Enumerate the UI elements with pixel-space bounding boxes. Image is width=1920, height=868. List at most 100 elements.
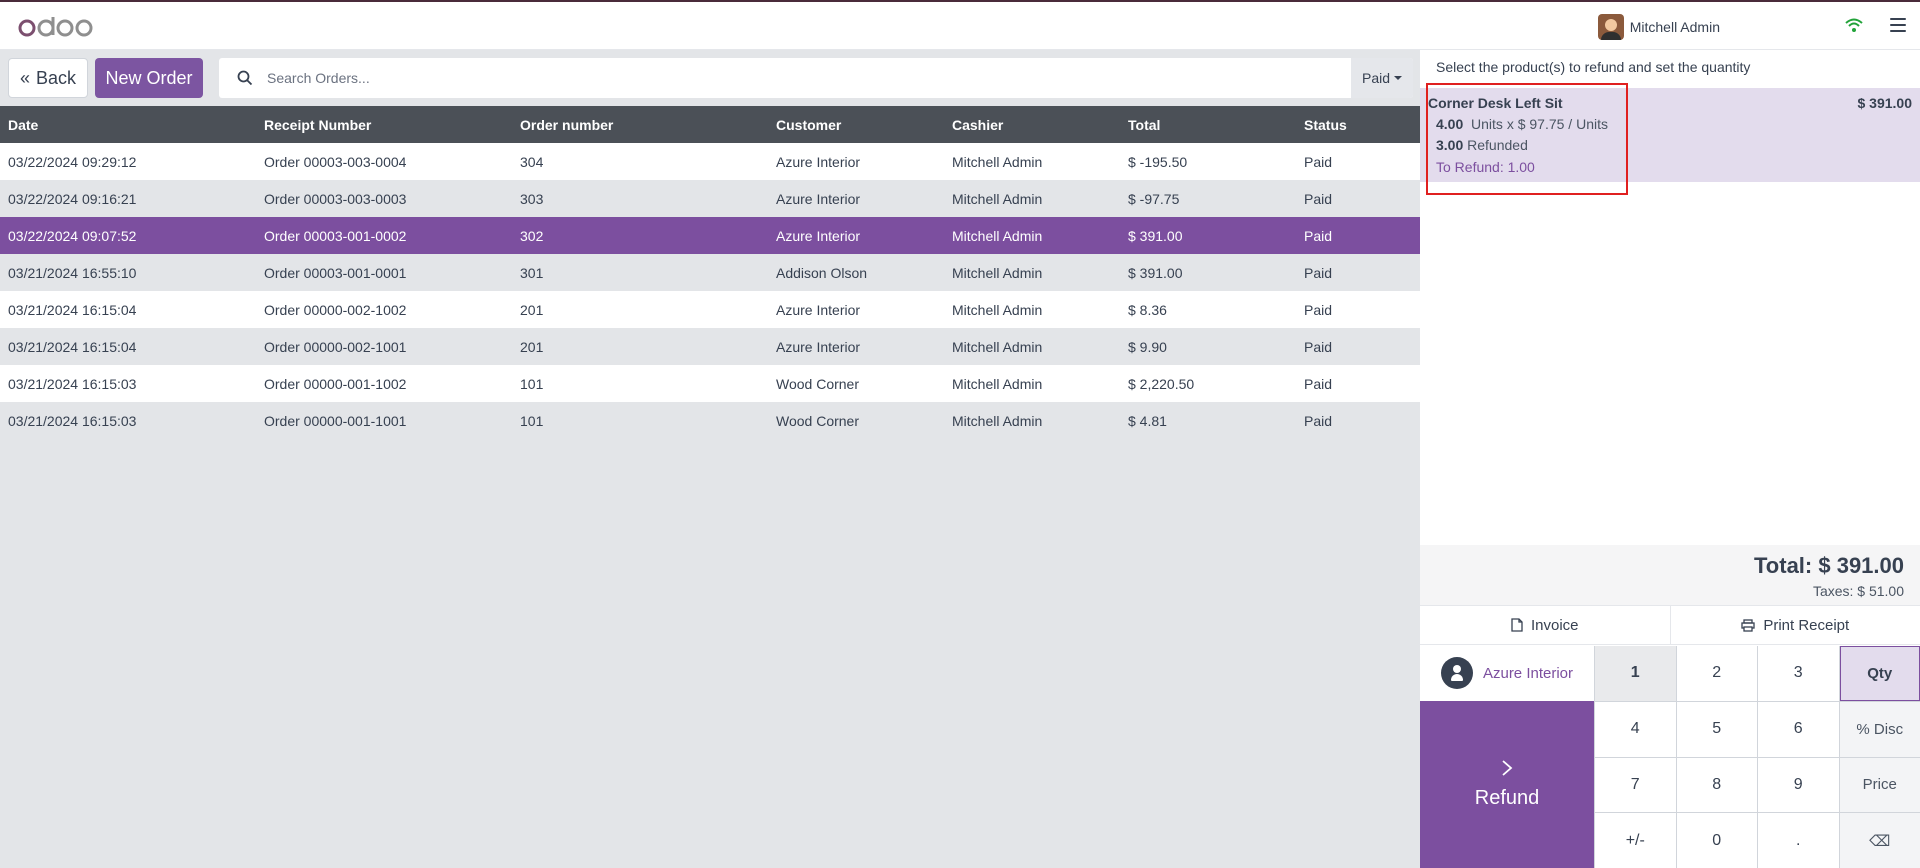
order-total: $ 391.00 — [1128, 264, 1183, 281]
order-number: 304 — [520, 153, 544, 170]
order-taxes: Taxes: $ 51.00 — [1812, 583, 1904, 599]
to-refund-quantity: To Refund: 1.00 — [1436, 159, 1535, 175]
order-number: 301 — [520, 264, 544, 281]
order-total: $ 391.00 — [1128, 227, 1183, 244]
orders-table-header: Date Receipt Number Order number Custome… — [0, 106, 1420, 143]
order-receipt: Order 00000-002-1002 — [264, 301, 407, 318]
orders-control-bar: « Back New Order Paid — [0, 50, 1420, 106]
order-total: $ 2,220.50 — [1128, 375, 1195, 392]
order-date: 03/21/2024 16:15:04 — [8, 338, 137, 355]
customer-button[interactable]: Azure Interior — [1420, 646, 1594, 700]
order-date: 03/21/2024 16:55:10 — [8, 264, 137, 281]
order-customer: Wood Corner — [776, 375, 860, 392]
order-receipt: Order 00003-003-0004 — [264, 153, 407, 170]
numpad-key-0[interactable]: 0 — [1676, 813, 1757, 868]
order-customer: Azure Interior — [776, 190, 861, 207]
order-row[interactable]: 03/21/2024 16:15:03 Order 00000-001-1001… — [0, 402, 1420, 439]
order-status: Paid — [1304, 338, 1333, 355]
numpad-backspace-icon[interactable]: ⌫ — [1839, 813, 1920, 868]
column-header-date: Date — [0, 106, 256, 143]
new-order-button[interactable]: New Order — [95, 58, 203, 98]
order-number: 101 — [520, 412, 544, 429]
wifi-icon — [1845, 18, 1863, 32]
invoice-button[interactable]: Invoice — [1420, 606, 1670, 644]
order-receipt: Order 00000-001-1002 — [264, 375, 407, 392]
user-menu[interactable]: Mitchell Admin — [1597, 14, 1720, 40]
order-row[interactable]: 03/21/2024 16:15:03 Order 00000-001-1002… — [0, 365, 1420, 402]
print-receipt-button[interactable]: Print Receipt — [1669, 606, 1920, 644]
order-row-selected[interactable]: 03/22/2024 09:07:52 Order 00003-001-0002… — [0, 217, 1420, 254]
order-total: $ 9.90 — [1128, 338, 1167, 355]
back-button[interactable]: « Back — [8, 58, 88, 98]
numpad-key-decimal[interactable]: . — [1758, 813, 1839, 868]
chevron-right-icon — [1502, 760, 1513, 776]
refund-button[interactable]: Refund — [1420, 701, 1594, 868]
order-customer: Azure Interior — [776, 301, 861, 318]
hamburger-menu-icon[interactable] — [1890, 18, 1906, 32]
line-refunded-info: 3.00 Refunded — [1436, 137, 1528, 153]
order-receipt: Order 00000-002-1001 — [264, 338, 407, 355]
order-status: Paid — [1304, 301, 1333, 318]
user-avatar — [1597, 14, 1624, 40]
order-date: 03/22/2024 09:07:52 — [8, 227, 137, 244]
order-customer: Azure Interior — [776, 153, 861, 170]
order-receipt: Order 00003-003-0003 — [264, 190, 407, 207]
search-bar: Paid — [219, 58, 1413, 98]
orders-panel: « Back New Order Paid Date Receipt Numbe… — [0, 50, 1420, 868]
order-status: Paid — [1304, 375, 1333, 392]
numpad-key-plus-minus[interactable]: +/- — [1595, 813, 1676, 868]
line-price: $ 391.00 — [1857, 95, 1913, 111]
order-number: 303 — [520, 190, 544, 207]
order-date: 03/21/2024 16:15:04 — [8, 301, 137, 318]
order-total: $ 4.81 — [1128, 412, 1167, 429]
order-actions: Invoice Print Receipt — [1420, 605, 1920, 645]
line-quantity: 4.00 — [1436, 116, 1464, 132]
numpad-key-1[interactable]: 1 — [1595, 646, 1676, 701]
numpad-mode-price[interactable]: Price — [1839, 757, 1920, 813]
file-pdf-icon — [1511, 618, 1523, 632]
print-icon — [1741, 618, 1755, 632]
order-cashier: Mitchell Admin — [952, 264, 1043, 281]
numpad-mode-discount[interactable]: % Disc — [1839, 701, 1920, 757]
order-date: 03/22/2024 09:16:21 — [8, 190, 137, 207]
column-header-order-number: Order number — [512, 106, 768, 143]
numpad-key-6[interactable]: 6 — [1758, 701, 1839, 757]
order-number: 201 — [520, 301, 544, 318]
numpad-mode-qty[interactable]: Qty — [1839, 646, 1920, 701]
order-status: Paid — [1304, 412, 1333, 429]
search-orders-input[interactable] — [267, 58, 1267, 98]
order-number: 302 — [520, 227, 544, 244]
order-cashier: Mitchell Admin — [952, 412, 1043, 429]
numpad-key-9[interactable]: 9 — [1758, 757, 1839, 813]
status-filter-dropdown[interactable]: Paid — [1351, 58, 1413, 98]
order-row[interactable]: 03/22/2024 09:16:21 Order 00003-003-0003… — [0, 180, 1420, 217]
order-cashier: Mitchell Admin — [952, 301, 1043, 318]
order-number: 201 — [520, 338, 544, 355]
order-cashier: Mitchell Admin — [952, 227, 1043, 244]
numpad-key-7[interactable]: 7 — [1595, 757, 1676, 813]
order-total: $ -97.75 — [1128, 190, 1180, 207]
numpad-key-4[interactable]: 4 — [1595, 701, 1676, 757]
numpad-key-5[interactable]: 5 — [1676, 701, 1757, 757]
numpad-key-2[interactable]: 2 — [1676, 646, 1757, 701]
order-row[interactable]: 03/21/2024 16:15:04 Order 00000-002-1002… — [0, 291, 1420, 328]
refunded-label: Refunded — [1467, 137, 1528, 153]
column-header-status: Status — [1296, 106, 1420, 143]
user-icon — [1440, 657, 1473, 689]
user-name: Mitchell Admin — [1629, 19, 1720, 35]
order-row[interactable]: 03/22/2024 09:29:12 Order 00003-003-0004… — [0, 143, 1420, 180]
order-number: 101 — [520, 375, 544, 392]
refund-orderline[interactable]: Corner Desk Left Sit $ 391.00 4.00 Units… — [1420, 88, 1920, 182]
numpad: 1 2 3 Qty 4 5 6 % Disc 7 8 9 Price +/- 0… — [1594, 646, 1920, 868]
orders-table: Date Receipt Number Order number Custome… — [0, 106, 1420, 439]
order-row[interactable]: 03/21/2024 16:55:10 Order 00003-001-0001… — [0, 254, 1420, 291]
customer-name: Azure Interior — [1482, 664, 1574, 682]
numpad-key-3[interactable]: 3 — [1758, 646, 1839, 701]
order-date: 03/21/2024 16:15:03 — [8, 375, 137, 392]
numpad-key-8[interactable]: 8 — [1676, 757, 1757, 813]
order-row[interactable]: 03/21/2024 16:15:04 Order 00000-002-1001… — [0, 328, 1420, 365]
odoo-logo — [18, 10, 94, 44]
order-cashier: Mitchell Admin — [952, 338, 1043, 355]
order-receipt: Order 00003-001-0001 — [264, 264, 407, 281]
top-bar: Mitchell Admin — [0, 0, 1920, 50]
